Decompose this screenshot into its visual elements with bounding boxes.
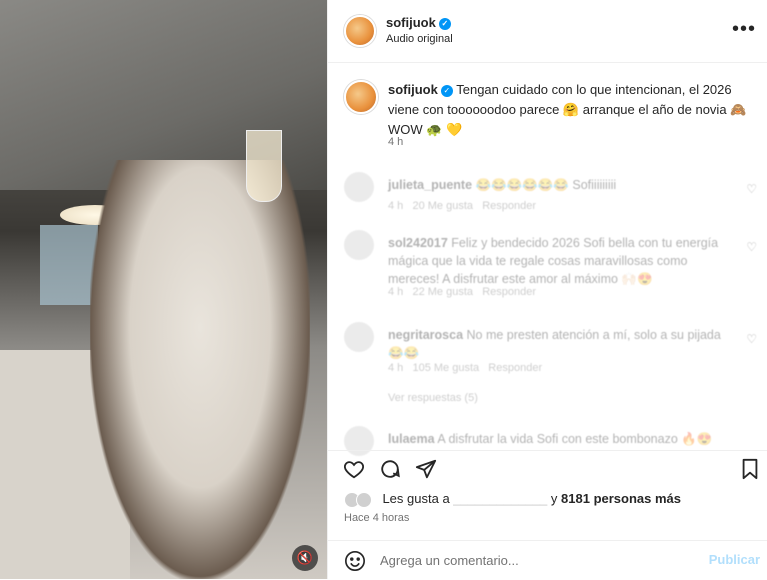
media-couple-figure	[90, 160, 310, 579]
comment-likes[interactable]: 105 Me gusta	[412, 362, 479, 374]
comment-username[interactable]: julieta_puente	[388, 178, 472, 192]
verified-badge-icon: ✓	[440, 84, 453, 97]
comment-text-block: sol242017 Feliz y bendecido 2026 Sofi be…	[388, 234, 728, 288]
likes-user[interactable]: _____________	[453, 491, 547, 506]
audio-label[interactable]: Audio original	[386, 33, 453, 45]
likes-count[interactable]: 8181 personas más	[561, 491, 681, 506]
post-detail-panel: sofijuok ✓ Audio original ••• sofijuok ✓ T…	[327, 0, 767, 579]
comment-meta: 4 h 20 Me gusta Responder	[388, 200, 536, 212]
comment-username[interactable]: lulaema	[388, 432, 435, 446]
comment-username[interactable]: sol242017	[388, 236, 448, 250]
heart-icon[interactable]	[342, 457, 366, 481]
comment-time: 4 h	[388, 200, 404, 212]
comment-avatar[interactable]	[344, 322, 374, 352]
comment-likes[interactable]: 20 Me gusta	[412, 200, 473, 212]
media-champagne-glass	[246, 130, 282, 202]
caption-avatar[interactable]	[344, 80, 378, 114]
author-username-line[interactable]: sofijuok ✓	[386, 15, 451, 30]
muted-speaker-icon[interactable]: 🔇	[292, 545, 318, 571]
view-replies-link[interactable]: Ver respuestas (5)	[388, 392, 478, 404]
post-media-video[interactable]: 🔇	[0, 0, 327, 579]
emoji-icon[interactable]	[344, 550, 366, 572]
comment-username[interactable]: negritarosca	[388, 328, 463, 342]
caption-text-block: sofijuok ✓ Tengan cuidado con lo que inte…	[388, 80, 758, 140]
comment-text-block: julieta_puente 😂😂😂😂😂😂 Sofiiiiiiiii	[388, 176, 728, 194]
comment-avatar[interactable]	[344, 230, 374, 260]
author-username[interactable]: sofijuok	[386, 15, 436, 30]
comment-text-block: lulaema A disfrutar la vida Sofi con est…	[388, 430, 728, 448]
comment-composer: Publicar	[328, 540, 767, 580]
heart-icon[interactable]: ♡	[746, 182, 757, 196]
comment-reply[interactable]: Responder	[482, 286, 536, 298]
avatar	[356, 491, 372, 508]
likes-prefix: Les gusta a	[382, 491, 450, 506]
heart-icon[interactable]: ♡	[746, 332, 757, 346]
post-time-ago[interactable]: Hace 4 horas	[344, 512, 409, 524]
comment-text-block: negritarosca No me presten atención a mí…	[388, 326, 728, 362]
comment-time: 4 h	[388, 362, 404, 374]
bookmark-icon[interactable]	[738, 457, 762, 481]
verified-badge-icon: ✓	[438, 17, 451, 30]
likes-suffix: y	[550, 491, 558, 506]
comment-text: 😂😂😂😂😂😂 Sofiiiiiiiii	[475, 178, 617, 192]
heart-icon[interactable]: ♡	[746, 240, 757, 254]
comment-text: A disfrutar la vida Sofi con este bombon…	[437, 432, 713, 446]
comment-likes[interactable]: 22 Me gusta	[412, 286, 473, 298]
publish-button[interactable]: Publicar	[709, 552, 760, 567]
likes-summary: Les gusta a _____________ y 8181 persona…	[344, 491, 681, 508]
comment-avatar[interactable]	[344, 172, 374, 202]
more-horizontal-icon[interactable]: •••	[732, 18, 756, 41]
comment-meta: 4 h 22 Me gusta Responder	[388, 286, 536, 298]
avatar[interactable]	[344, 15, 376, 47]
comment-reply[interactable]: Responder	[488, 362, 542, 374]
share-icon[interactable]	[414, 457, 438, 481]
comments-list: julieta_puente 😂😂😂😂😂😂 Sofiiiiiiiii 4 h 2…	[344, 166, 759, 456]
comment-meta: 4 h 105 Me gusta Responder	[388, 362, 542, 374]
comment-icon[interactable]	[378, 457, 402, 481]
caption-username[interactable]: sofijuok	[388, 82, 438, 97]
caption-timestamp[interactable]: 4 h	[388, 136, 403, 148]
comment-reply[interactable]: Responder	[482, 200, 536, 212]
post-actions-bar	[328, 450, 767, 485]
comment-time: 4 h	[388, 286, 404, 298]
comment-input[interactable]	[378, 552, 672, 569]
post-header: sofijuok ✓ Audio original •••	[328, 0, 767, 63]
